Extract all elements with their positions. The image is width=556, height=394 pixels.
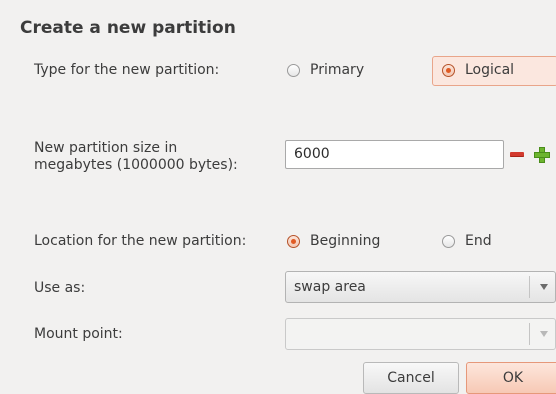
logical-radio-indicator <box>442 63 455 77</box>
end-radio[interactable]: End <box>442 233 492 249</box>
size-label: New partition size in megabytes (1000000… <box>34 140 238 174</box>
dropdown-arrow-icon <box>540 331 548 337</box>
size-label-line2: megabytes (1000000 bytes): <box>34 157 238 173</box>
use-as-combobox[interactable]: swap area <box>285 271 556 303</box>
beginning-radio-label: Beginning <box>310 233 381 249</box>
type-label: Type for the new partition: <box>34 62 220 78</box>
beginning-radio[interactable]: Beginning <box>287 233 380 249</box>
primary-radio-label: Primary <box>310 62 365 78</box>
create-partition-dialog: Create a new partition Type for the new … <box>0 0 556 394</box>
location-label: Location for the new partition: <box>34 233 247 249</box>
increment-button[interactable] <box>531 140 553 169</box>
decrement-button[interactable] <box>506 140 528 169</box>
end-radio-indicator <box>442 234 455 248</box>
combo-separator <box>529 276 530 298</box>
size-label-line1: New partition size in <box>34 140 178 156</box>
cancel-button[interactable]: Cancel <box>363 362 459 394</box>
plus-icon <box>534 146 550 163</box>
dropdown-arrow-icon <box>540 284 548 290</box>
dialog-title: Create a new partition <box>20 18 236 38</box>
minus-icon <box>510 152 524 157</box>
logical-radio[interactable]: Logical <box>442 62 514 78</box>
logical-radio-label: Logical <box>465 62 515 78</box>
primary-radio-indicator <box>287 63 300 77</box>
primary-radio[interactable]: Primary <box>287 62 364 78</box>
mount-point-combobox[interactable] <box>285 318 556 350</box>
combo-separator <box>529 323 530 345</box>
use-as-value: swap area <box>294 279 366 295</box>
use-as-label: Use as: <box>34 280 86 296</box>
beginning-radio-indicator <box>287 234 300 248</box>
partition-size-input[interactable]: 6000 <box>285 140 504 169</box>
mount-point-label: Mount point: <box>34 326 123 342</box>
end-radio-label: End <box>465 233 492 249</box>
ok-button[interactable]: OK <box>466 362 556 394</box>
